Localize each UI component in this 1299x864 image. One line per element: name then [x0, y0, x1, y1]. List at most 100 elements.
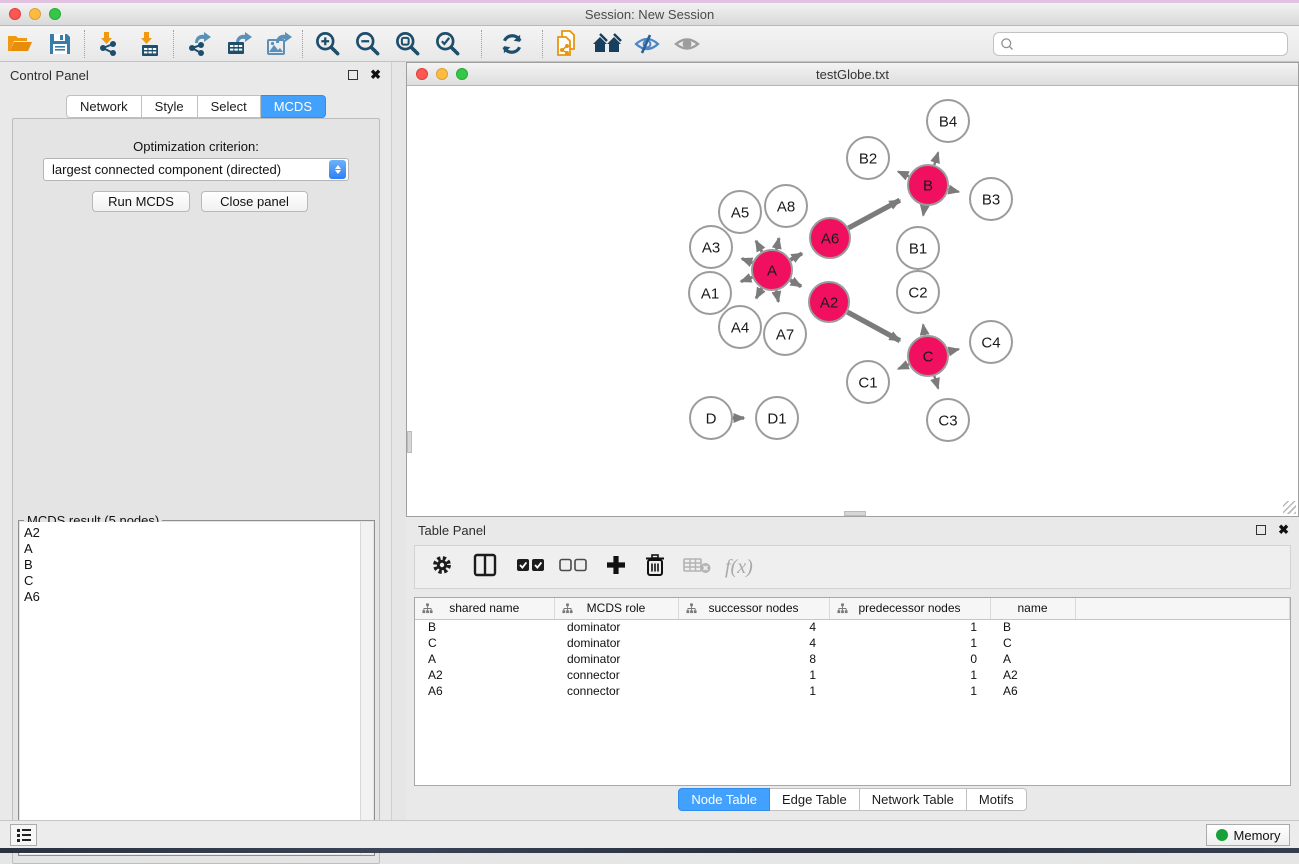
node-A4[interactable]: A4 [719, 306, 761, 348]
node-A7[interactable]: A7 [764, 313, 806, 355]
import-network-button[interactable] [89, 28, 129, 60]
edge-A-A5[interactable] [756, 241, 762, 252]
node-C[interactable]: C [908, 336, 948, 376]
edge-C-C2[interactable] [923, 325, 925, 336]
edge-A-A2[interactable] [790, 280, 801, 286]
table-row[interactable]: A6connector11A6 [415, 683, 1290, 699]
edge-A-A6[interactable] [790, 253, 802, 259]
column-header[interactable]: name [990, 598, 1075, 619]
mcds-result-item[interactable]: A2 [24, 525, 361, 541]
column-header[interactable]: MCDS role [554, 598, 678, 619]
tab-edge-table[interactable]: Edge Table [770, 788, 860, 811]
close-panel-button[interactable]: Close panel [201, 191, 308, 212]
float-panel-icon[interactable] [348, 70, 358, 80]
column-header[interactable]: predecessor nodes [829, 598, 990, 619]
node-B[interactable]: B [908, 165, 948, 205]
float-panel-icon[interactable] [1256, 525, 1266, 535]
clone-network-button[interactable] [547, 28, 587, 60]
table-row[interactable]: Bdominator41B [415, 619, 1290, 635]
column-header[interactable]: successor nodes [678, 598, 829, 619]
table-row[interactable]: Cdominator41C [415, 635, 1290, 651]
node-A8[interactable]: A8 [765, 185, 807, 227]
edge-A-A4[interactable] [756, 288, 762, 298]
task-history-button[interactable] [10, 824, 37, 846]
node-B3[interactable]: B3 [970, 178, 1012, 220]
network-graph[interactable]: B4 B2 B B3 A8A5 A6 A3 B1 A A1 C2 A2 A4A7 C4 C C1 C3 D D1 [407, 87, 1298, 516]
node-A1[interactable]: A1 [689, 272, 731, 314]
select-all-button[interactable] [517, 558, 545, 577]
node-D1[interactable]: D1 [756, 397, 798, 439]
tab-mcds[interactable]: MCDS [261, 95, 326, 118]
node-A6[interactable]: A6 [810, 218, 850, 258]
table-row[interactable]: A2connector11A2 [415, 667, 1290, 683]
import-table-button[interactable] [129, 28, 169, 60]
node-B1[interactable]: B1 [897, 227, 939, 269]
refresh-button[interactable] [492, 28, 532, 60]
close-panel-icon[interactable]: ✖ [370, 70, 381, 80]
close-panel-icon[interactable]: ✖ [1278, 525, 1289, 535]
delete-table-button[interactable] [683, 556, 711, 579]
show-all-button[interactable] [667, 28, 707, 60]
hide-selected-button[interactable] [627, 28, 667, 60]
mcds-result-item[interactable]: A [24, 541, 361, 557]
zoom-in-button[interactable] [307, 28, 347, 60]
node-C1[interactable]: C1 [847, 361, 889, 403]
node-C2[interactable]: C2 [897, 271, 939, 313]
mcds-result-item[interactable]: C [24, 573, 361, 589]
edge-B-B4[interactable] [934, 152, 938, 164]
edge-B-B3[interactable] [948, 190, 958, 192]
node-C3[interactable]: C3 [927, 399, 969, 441]
edge-C-C4[interactable] [948, 349, 958, 351]
column-layout-button[interactable] [473, 553, 497, 582]
result-scrollbar[interactable] [360, 522, 373, 854]
optimization-select[interactable]: largest connected component (directed) [43, 158, 349, 181]
tab-network-table[interactable]: Network Table [860, 788, 967, 811]
splitter-handle[interactable] [844, 511, 866, 516]
edge-C-C1[interactable] [898, 364, 908, 369]
open-file-button[interactable] [0, 28, 40, 60]
edge-A-A1[interactable] [741, 277, 752, 281]
table-row[interactable]: Adominator80A [415, 651, 1290, 667]
double-house-button[interactable] [587, 28, 627, 60]
edge-A2-C[interactable] [847, 312, 899, 341]
edge-A-A8[interactable] [776, 238, 778, 249]
edge-A6-B[interactable] [848, 200, 899, 228]
edge-C-C3[interactable] [934, 376, 938, 388]
zoom-fit-button[interactable] [387, 28, 427, 60]
delete-column-button[interactable] [645, 554, 665, 581]
edge-B-B1[interactable] [923, 206, 925, 216]
zoom-selected-button[interactable] [427, 28, 467, 60]
node-D[interactable]: D [690, 397, 732, 439]
save-session-button[interactable] [40, 28, 80, 60]
deselect-all-button[interactable] [559, 558, 587, 577]
node-B2[interactable]: B2 [847, 137, 889, 179]
memory-button[interactable]: Memory [1206, 824, 1290, 846]
tab-node-table[interactable]: Node Table [678, 788, 770, 811]
edge-A-A3[interactable] [742, 259, 752, 263]
export-table-button[interactable] [218, 28, 258, 60]
column-header[interactable]: shared name [415, 598, 554, 619]
node-B4[interactable]: B4 [927, 100, 969, 142]
node-C4[interactable]: C4 [970, 321, 1012, 363]
search-input[interactable] [1015, 34, 1287, 54]
edge-B-B2[interactable] [898, 172, 909, 177]
zoom-out-button[interactable] [347, 28, 387, 60]
mcds-result-item[interactable]: B [24, 557, 361, 573]
edge-A-A7[interactable] [776, 291, 778, 302]
export-image-button[interactable] [258, 28, 298, 60]
tab-style[interactable]: Style [142, 95, 198, 118]
export-network-button[interactable] [178, 28, 218, 60]
settings-gear-button[interactable] [431, 554, 453, 581]
resize-grip[interactable] [1283, 501, 1296, 514]
tab-select[interactable]: Select [198, 95, 261, 118]
node-A2[interactable]: A2 [809, 282, 849, 322]
splitter-handle[interactable] [407, 431, 412, 453]
tab-network[interactable]: Network [66, 95, 142, 118]
node-A3[interactable]: A3 [690, 226, 732, 268]
function-builder-button[interactable]: f(x) [725, 556, 753, 579]
mcds-result-item[interactable]: A6 [24, 589, 361, 605]
node-A[interactable]: A [752, 250, 792, 290]
add-column-button[interactable] [605, 554, 627, 581]
run-mcds-button[interactable]: Run MCDS [92, 191, 190, 212]
node-A5[interactable]: A5 [719, 191, 761, 233]
